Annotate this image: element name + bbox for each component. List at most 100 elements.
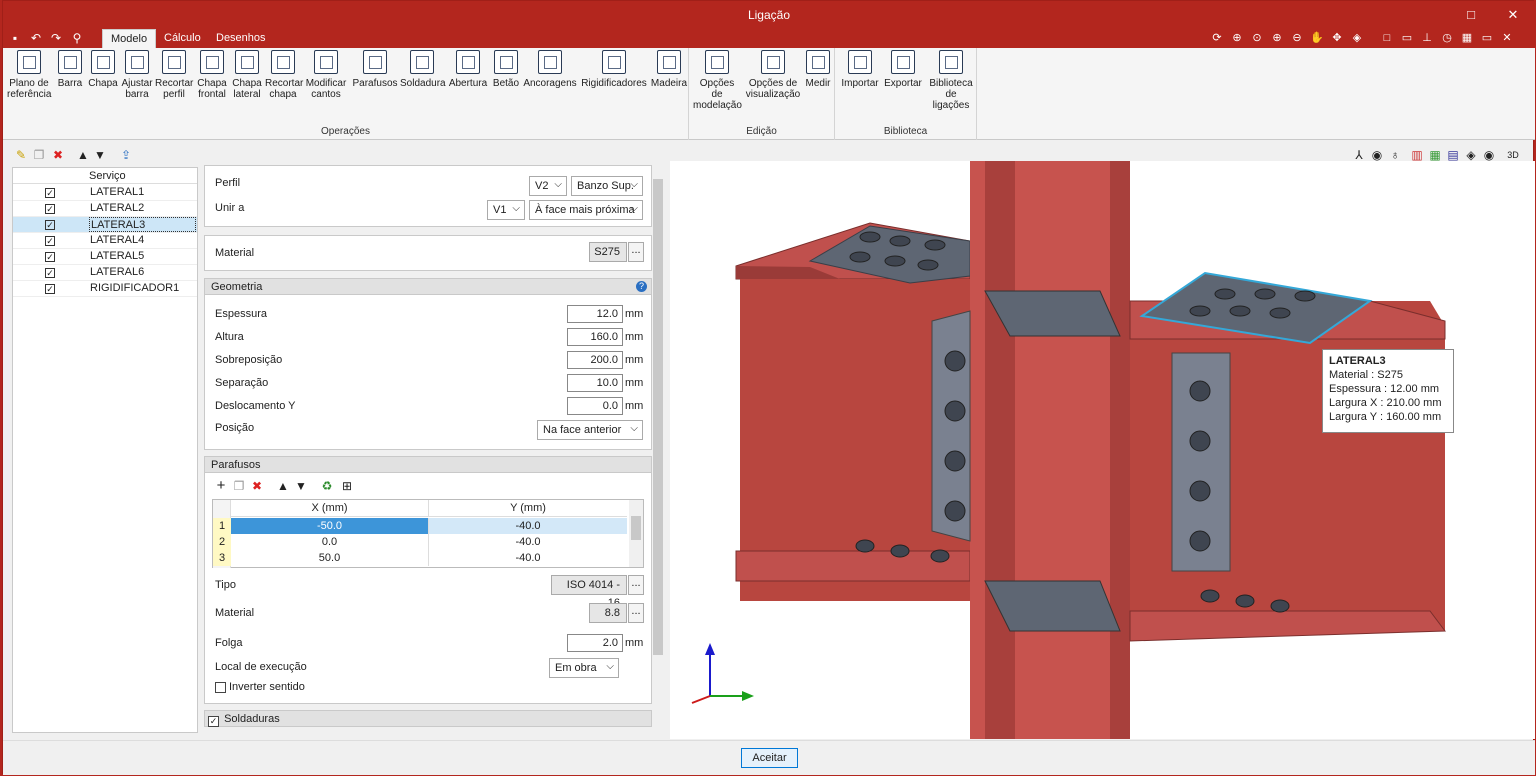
move-down-icon[interactable]: ▼ [293,478,309,494]
geometry-input[interactable]: 160.0 [567,328,623,346]
ribbon-button[interactable]: Opções de visualização [745,50,801,100]
close-button[interactable]: ✕ [1493,1,1533,29]
ribbon-button[interactable]: Recortar chapa [265,50,303,100]
move-up-icon[interactable]: ▲ [275,478,291,494]
unir-bar-select[interactable]: V1 [487,200,525,220]
recycle-icon[interactable]: ♻ [319,478,335,494]
ribbon-button[interactable]: Soldadura [400,50,446,89]
tab-modelo[interactable]: Modelo [102,29,157,48]
delete-icon[interactable]: ✖ [249,478,265,494]
save-icon[interactable]: ▪ [7,30,23,46]
ribbon-button[interactable]: Exportar [883,50,923,89]
window-icon[interactable]: □ [1379,30,1395,46]
folga-input[interactable]: 2.0 [567,634,623,652]
ribbon-button[interactable]: Parafusos [352,50,398,89]
3d-viewport[interactable]: LATERAL3 Material : S275 Espessura : 12.… [670,161,1535,739]
ribbon-button[interactable]: Betão [491,50,521,89]
ribbon-button[interactable]: Chapa lateral [231,50,263,100]
list-item[interactable]: ✓ LATERAL1 [13,185,197,201]
undo-icon[interactable]: ↶ [28,30,44,46]
item-checkbox[interactable]: ✓ [45,204,55,214]
item-checkbox[interactable]: ✓ [45,220,55,230]
bolt-x-cell[interactable]: 0.0 [231,534,429,550]
copy-icon[interactable]: ❐ [31,147,47,163]
ribbon-button[interactable]: Rigidificadores [579,50,649,89]
ribbon-button[interactable]: Modificar cantos [304,50,348,100]
ribbon-button[interactable]: Plano de referência [7,50,51,100]
search-icon[interactable]: ⚲ [69,30,85,46]
ribbon-button[interactable]: Biblioteca de ligações [927,50,975,111]
ribbon-button[interactable]: Madeira [649,50,689,89]
ribbon-button[interactable]: Ancoragens [523,50,577,89]
list-item[interactable]: ✓ LATERAL3 [13,217,197,233]
bolt-y-cell[interactable]: -40.0 [429,550,627,566]
geometry-input[interactable]: 10.0 [567,374,623,392]
list-item[interactable]: ✓ RIGIDIFICADOR1 [13,281,197,297]
list-item[interactable]: ✓ LATERAL6 [13,265,197,281]
grid-generate-icon[interactable]: ⊞ [339,478,355,494]
ribbon-button[interactable]: Chapa frontal [197,50,227,100]
perfil-face-select[interactable]: Banzo Sup. [571,176,643,196]
ribbon-button[interactable]: Ajustar barra [121,50,153,100]
ribbon-button[interactable]: Opções de modelação [693,50,742,111]
tab-calculo[interactable]: Cálculo [156,29,209,48]
item-checkbox[interactable]: ✓ [45,252,55,262]
posicao-select[interactable]: Na face anterior [537,420,643,440]
redo-icon[interactable]: ↷ [48,30,64,46]
perfil-bar-select[interactable]: V2 [529,176,567,196]
item-checkbox[interactable]: ✓ [45,268,55,278]
item-checkbox[interactable]: ✓ [45,236,55,246]
export-icon[interactable]: ⇪ [118,147,134,163]
local-select[interactable]: Em obra [549,658,619,678]
zoom-window-icon[interactable]: ⊙ [1249,30,1265,46]
bolt-y-cell[interactable]: -40.0 [429,534,627,550]
ribbon-button[interactable]: Recortar perfil [155,50,193,100]
material-browse-button[interactable]: ... [628,242,644,262]
inverter-checkbox[interactable] [215,682,226,693]
zoom-in-icon[interactable]: ⊕ [1269,30,1285,46]
view-icon[interactable]: ◈ [1349,30,1365,46]
ribbon-button[interactable]: Importar [839,50,881,89]
item-checkbox[interactable]: ✓ [45,284,55,294]
move-up-icon[interactable]: ▲ [75,147,91,163]
geometry-input[interactable]: 0.0 [567,397,623,415]
clock-icon[interactable]: ◷ [1439,30,1455,46]
item-checkbox[interactable]: ✓ [45,188,55,198]
accept-button[interactable]: Aceitar [741,748,798,768]
help-icon[interactable]: ? [636,281,647,292]
calendar-icon[interactable]: ▦ [1459,30,1475,46]
ribbon-button[interactable]: Chapa [87,50,119,89]
delete-icon[interactable]: ✖ [50,147,66,163]
pan-icon[interactable]: ✋ [1309,30,1325,46]
copy-icon[interactable]: ❐ [231,478,247,494]
comment-icon[interactable]: ▭ [1479,30,1495,46]
soldaduras-checkbox[interactable]: ✓ [208,716,219,727]
bolt-x-cell[interactable]: -50.0 [231,518,429,534]
table-scrollbar[interactable] [629,500,643,567]
geometry-input[interactable]: 200.0 [567,351,623,369]
bolt-material-browse-button[interactable]: ... [628,603,644,623]
list-item[interactable]: ✓ LATERAL2 [13,201,197,217]
tab-desenhos[interactable]: Desenhos [208,29,274,48]
add-icon[interactable]: + [213,478,229,494]
properties-scrollbar[interactable] [652,165,664,735]
scale-icon[interactable]: ▭ [1399,30,1415,46]
bolt-x-cell[interactable]: 50.0 [231,550,429,566]
zoom-out-icon[interactable]: ⊖ [1289,30,1305,46]
unir-face-select[interactable]: À face mais próxima [529,200,643,220]
ribbon-button[interactable]: Abertura [447,50,489,89]
axes-icon[interactable]: ⊥ [1419,30,1435,46]
edit-pencil-icon[interactable]: ✎ [13,147,29,163]
zoom-all-icon[interactable]: ⊕ [1229,30,1245,46]
geometry-input[interactable]: 12.0 [567,305,623,323]
list-item[interactable]: ✓ LATERAL4 [13,233,197,249]
move-down-icon[interactable]: ▼ [92,147,108,163]
rotate-icon[interactable]: ✥ [1329,30,1345,46]
list-item[interactable]: ✓ LATERAL5 [13,249,197,265]
maximize-button[interactable]: □ [1451,1,1491,29]
orbit-icon[interactable]: ⟳ [1209,30,1225,46]
tipo-browse-button[interactable]: ... [628,575,644,595]
tools-icon[interactable]: ✕ [1499,30,1515,46]
ribbon-button[interactable]: Medir [803,50,833,89]
ribbon-button[interactable]: Barra [55,50,85,89]
